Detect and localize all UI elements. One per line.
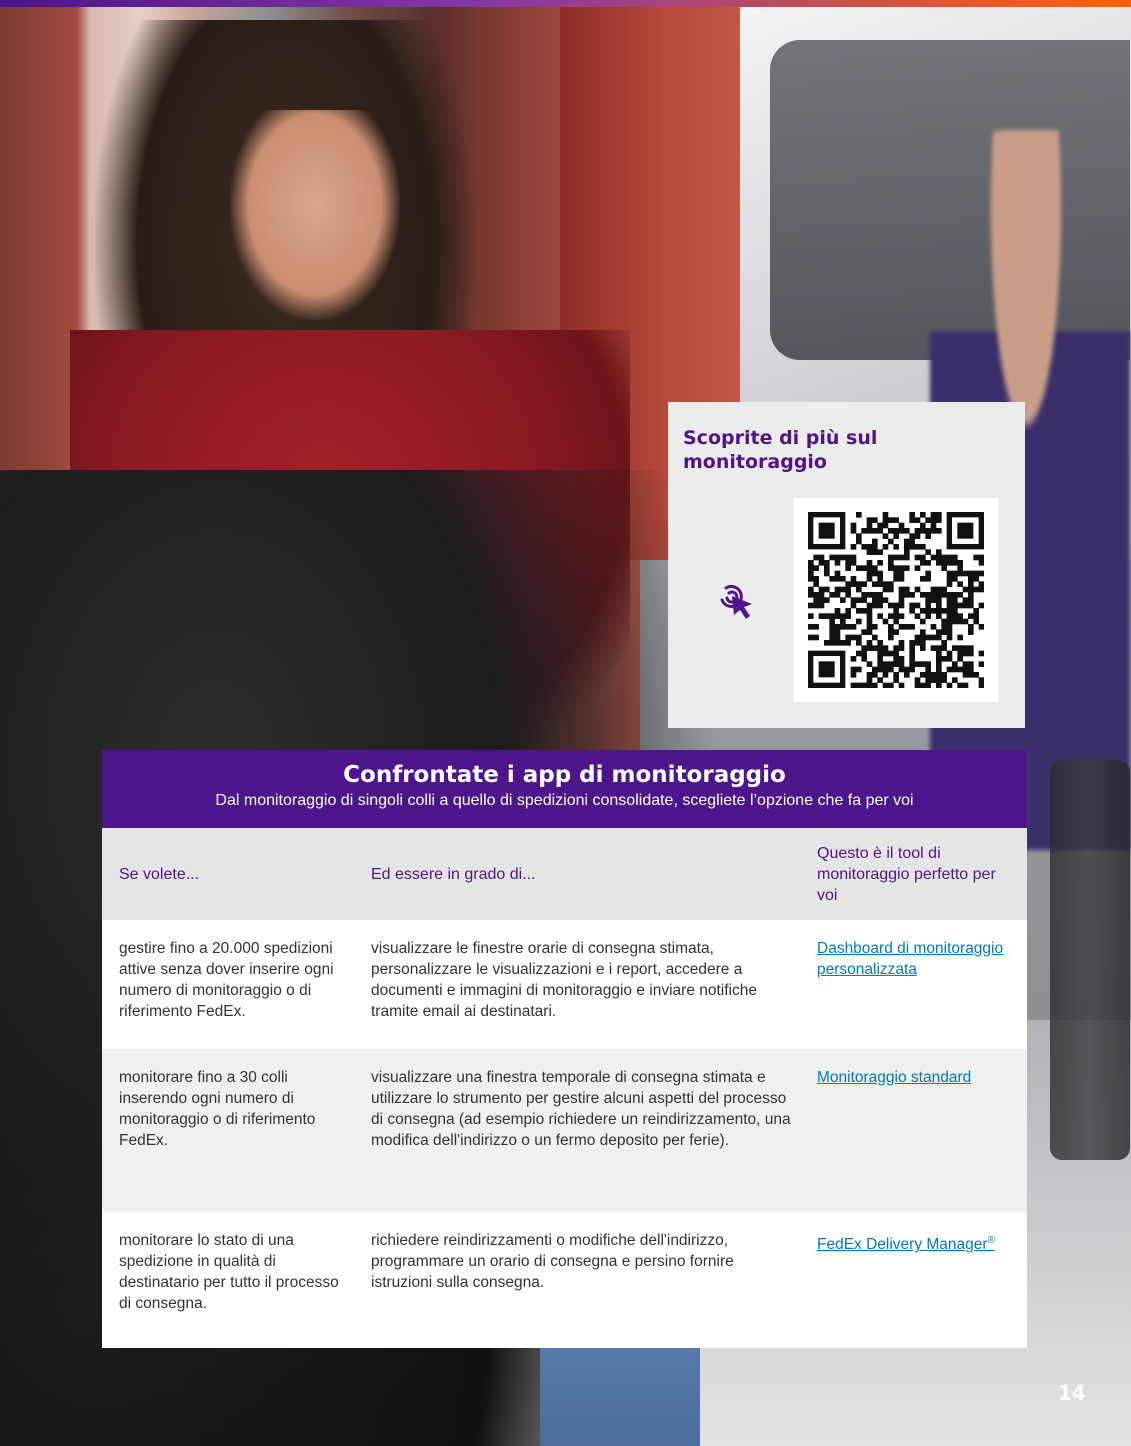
bollard xyxy=(1050,760,1130,1160)
brand-gradient-bar xyxy=(0,0,1131,7)
standard-tracking-link[interactable]: Monitoraggio standard xyxy=(817,1069,971,1086)
qr-code[interactable] xyxy=(794,498,998,702)
click-cursor-icon xyxy=(720,584,752,619)
cell-want: gestire fino a 20.000 spedizioni attive … xyxy=(102,920,356,1049)
table-subtitle: Dal monitoraggio di singoli colli a quel… xyxy=(215,792,914,809)
delivery-manager-label: FedEx Delivery Manager xyxy=(817,1236,988,1254)
dashboard-link[interactable]: Dashboard di monitoraggio personalizzata xyxy=(817,940,1003,978)
comparison-grid: Se volete... Ed essere in grado di... Qu… xyxy=(102,828,1027,1348)
woman-face xyxy=(230,110,400,320)
table-banner: Confrontate i app di monitoraggio Dal mo… xyxy=(102,750,1027,828)
qr-card: Scoprite di più sul monitoraggio xyxy=(668,402,1025,728)
column-header-able: Ed essere in grado di... xyxy=(356,828,806,920)
qr-code-pattern xyxy=(808,512,984,688)
cell-want: monitorare lo stato di una spedizione in… xyxy=(102,1212,356,1348)
cell-want: monitorare fino a 30 colli inserendo ogn… xyxy=(102,1049,356,1212)
registered-mark: ® xyxy=(987,1235,995,1246)
qr-card-title: Scoprite di più sul monitoraggio xyxy=(683,427,878,473)
delivery-manager-link[interactable]: FedEx Delivery Manager® xyxy=(817,1235,995,1254)
page-number: 14 xyxy=(1058,1381,1086,1405)
cell-able: richiedere reindirizzamenti o modifiche … xyxy=(356,1212,806,1348)
column-header-tool: Questo è il tool di monitoraggio perfett… xyxy=(806,828,1027,920)
cell-tool: Monitoraggio standard xyxy=(806,1049,1027,1212)
table-header-row: Se volete... Ed essere in grado di... Qu… xyxy=(102,828,1027,920)
cell-able: visualizzare le finestre orarie di conse… xyxy=(356,920,806,1049)
table-row: monitorare lo stato di una spedizione in… xyxy=(102,1212,1027,1348)
cell-tool: FedEx Delivery Manager® xyxy=(806,1212,1027,1348)
cell-able: visualizzare una finestra temporale di c… xyxy=(356,1049,806,1212)
table-title: Confrontate i app di monitoraggio xyxy=(343,762,786,788)
column-header-want: Se volete... xyxy=(102,828,356,920)
cell-tool: Dashboard di monitoraggio personalizzata xyxy=(806,920,1027,1049)
comparison-table: Confrontate i app di monitoraggio Dal mo… xyxy=(102,750,1027,1348)
table-row: monitorare fino a 30 colli inserendo ogn… xyxy=(102,1049,1027,1212)
table-row: gestire fino a 20.000 spedizioni attive … xyxy=(102,920,1027,1049)
